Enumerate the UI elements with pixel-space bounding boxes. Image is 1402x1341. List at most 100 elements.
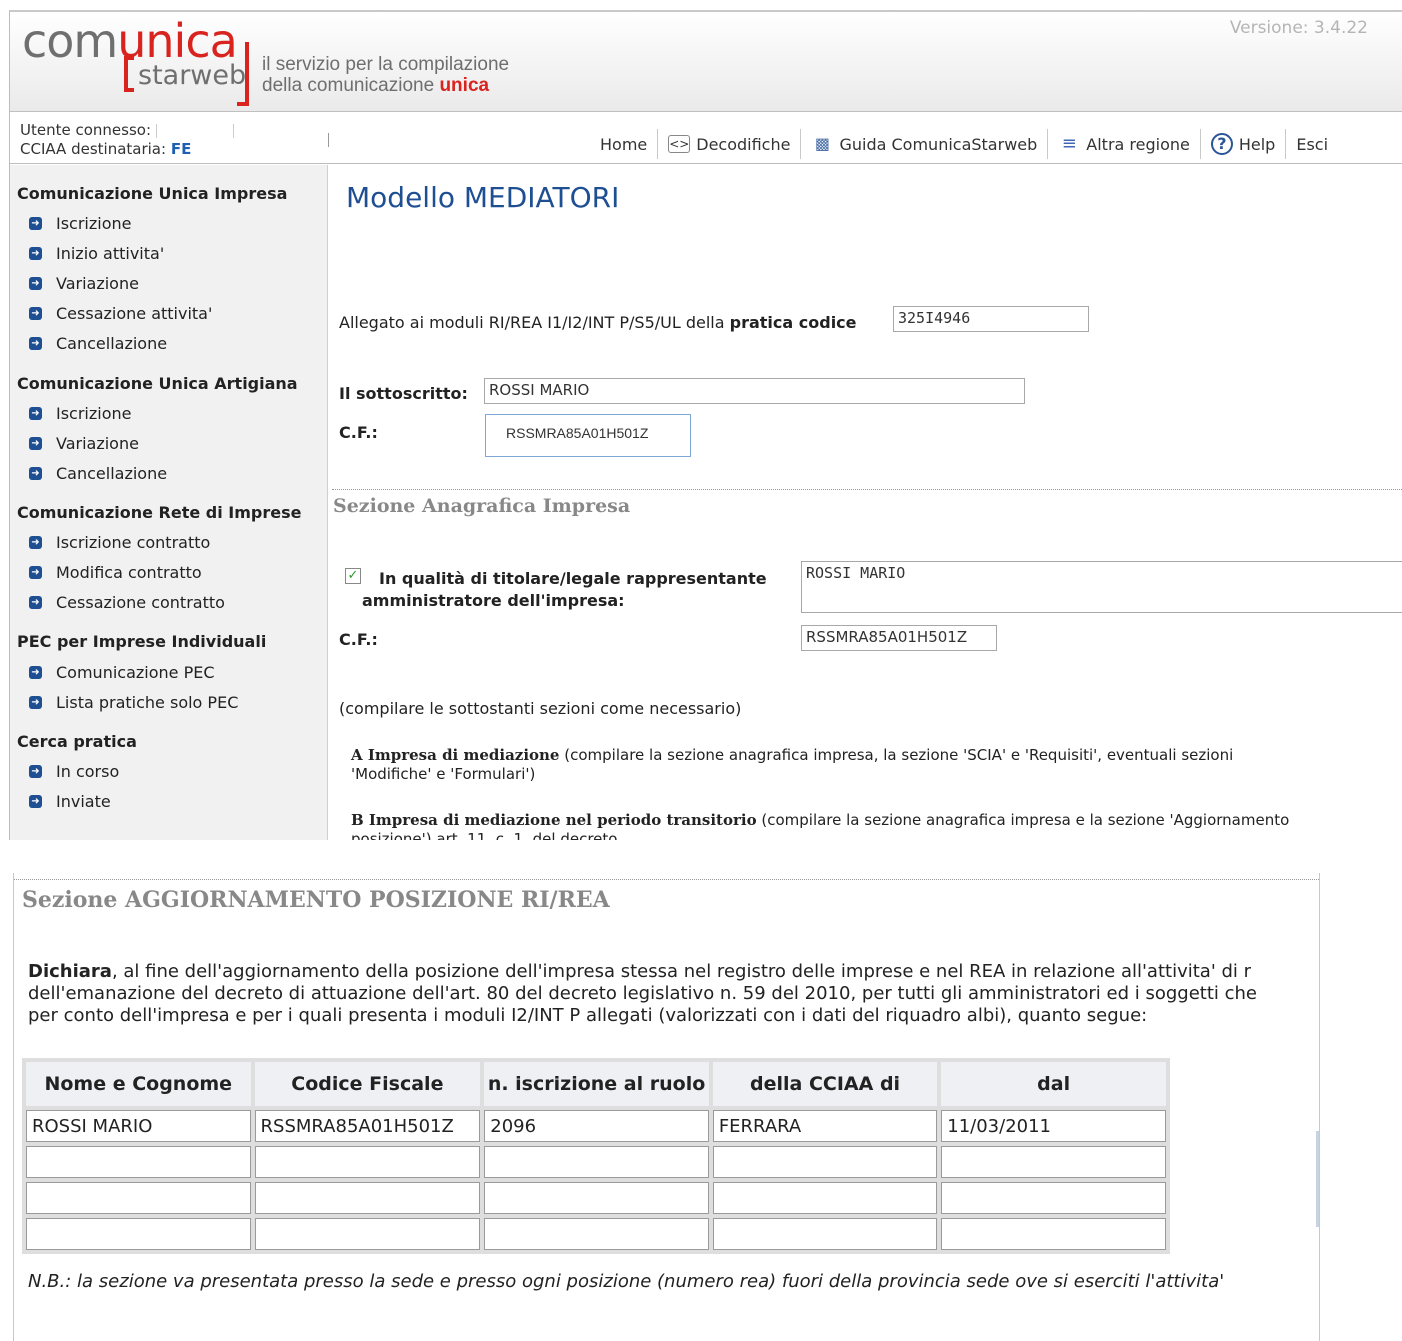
- anagrafica-title: Sezione Anagrafica Impresa: [333, 495, 631, 517]
- user-value: [155, 123, 234, 138]
- help-icon: ?: [1210, 133, 1233, 155]
- sottoscritto-label: Il sottoscritto:: [339, 384, 468, 403]
- qualita-label-1: In qualità di titolare/legale rappresent…: [379, 569, 767, 588]
- top-nav: Home <> Decodifiche ▩ Guida ComunicaStarwe…: [590, 129, 1338, 159]
- aggiornamento-panel: Sezione AGGIORNAMENTO POSIZIONE RI/REA D…: [13, 873, 1320, 1341]
- cell-input[interactable]: [26, 1218, 251, 1250]
- arrow-icon: ➜: [29, 536, 42, 549]
- cell-input[interactable]: ROSSI MARIO: [26, 1110, 251, 1142]
- sidebar-group-rete: Comunicazione Rete di Imprese: [17, 503, 302, 522]
- table-row: [26, 1146, 1166, 1178]
- cell-input[interactable]: [484, 1146, 709, 1178]
- page-title: Modello MEDIATORI: [346, 181, 620, 214]
- arrow-icon: ➜: [29, 307, 42, 320]
- sidebar-item-comunicazione-pec[interactable]: ➜ Comunicazione PEC: [29, 663, 215, 682]
- cell-input[interactable]: [941, 1146, 1166, 1178]
- sidebar: Comunicazione Unica Impresa ➜ Iscrizione …: [10, 165, 328, 840]
- table-header-row: Nome e Cognome Codice Fiscale n. iscrizi…: [26, 1062, 1166, 1106]
- nb-note: N.B.: la sezione va presentata presso la…: [28, 1271, 1225, 1292]
- sidebar-item-art-cancellazione[interactable]: ➜ Cancellazione: [29, 464, 167, 483]
- cell-input[interactable]: [484, 1182, 709, 1214]
- nav-home[interactable]: Home: [590, 129, 659, 159]
- option-b[interactable]: B Impresa di mediazione nel periodo tran…: [351, 811, 1401, 840]
- cell-input[interactable]: [26, 1146, 251, 1178]
- scrollbar[interactable]: [1316, 1131, 1319, 1227]
- cell-input[interactable]: FERRARA: [712, 1110, 938, 1142]
- main-content: Modello MEDIATORI Allegato ai moduli RI/…: [329, 165, 1402, 840]
- option-a[interactable]: A Impresa di mediazione (compilare la se…: [351, 746, 1401, 784]
- user-bar: Utente connesso: CCIAA destinataria: FE …: [10, 113, 1402, 164]
- guide-icon: ▩: [814, 134, 831, 153]
- aggiornamento-title: Sezione AGGIORNAMENTO POSIZIONE RI/REA: [22, 887, 610, 913]
- sidebar-group-cerca: Cerca pratica: [17, 732, 137, 751]
- allegato-label: Allegato ai moduli RI/REA I1/I2/INT P/S5…: [339, 313, 857, 332]
- arrow-icon: ➜: [29, 666, 42, 679]
- top-panel: comunica starweb il servizio per la comp…: [9, 10, 1402, 840]
- tagline: il servizio per la compilazione della co…: [262, 54, 510, 96]
- nav-altra-regione[interactable]: ≡ Altra regione: [1048, 129, 1201, 159]
- cell-input[interactable]: [941, 1218, 1166, 1250]
- nav-esci[interactable]: Esci: [1286, 129, 1338, 159]
- cell-input[interactable]: 11/03/2011: [941, 1110, 1166, 1142]
- nav-help[interactable]: ? Help: [1201, 129, 1287, 159]
- sidebar-item-inizio-attivita[interactable]: ➜ Inizio attivita': [29, 244, 164, 263]
- arrow-icon: ➜: [29, 566, 42, 579]
- table-row: [26, 1218, 1166, 1250]
- cell-input[interactable]: [26, 1182, 251, 1214]
- cciaa-destinataria: CCIAA destinataria: FE: [20, 140, 192, 158]
- arrow-icon: ➜: [29, 765, 42, 778]
- table-row: [26, 1182, 1166, 1214]
- col-cciaa: della CCIAA di: [712, 1062, 938, 1106]
- compilare-note: (compilare le sottostanti sezioni come n…: [339, 699, 742, 718]
- cell-input[interactable]: [712, 1182, 938, 1214]
- sidebar-item-modifica-contratto[interactable]: ➜ Modifica contratto: [29, 563, 202, 582]
- logo-bracket-right: [237, 42, 249, 106]
- col-codice-fiscale: Codice Fiscale: [254, 1062, 481, 1106]
- cell-input[interactable]: RSSMRA85A01H501Z: [254, 1110, 481, 1142]
- sottoscritto-field[interactable]: ROSSI MARIO: [484, 378, 1025, 404]
- col-dal: dal: [941, 1062, 1166, 1106]
- cf-field[interactable]: RSSMRA85A01H501Z: [485, 414, 691, 457]
- section-divider: [332, 489, 1402, 490]
- sidebar-item-cessazione[interactable]: ➜ Cessazione attivita': [29, 304, 212, 323]
- cell-input[interactable]: [712, 1218, 938, 1250]
- sidebar-item-art-iscrizione[interactable]: ➜ Iscrizione: [29, 404, 132, 423]
- arrow-icon: ➜: [29, 437, 42, 450]
- cell-input[interactable]: [712, 1146, 938, 1178]
- sidebar-item-variazione[interactable]: ➜ Variazione: [29, 274, 139, 293]
- col-iscrizione: n. iscrizione al ruolo: [484, 1062, 709, 1106]
- cf2-label: C.F.:: [339, 630, 378, 649]
- sidebar-item-art-variazione[interactable]: ➜ Variazione: [29, 434, 139, 453]
- cell-input[interactable]: [254, 1218, 481, 1250]
- nav-decodifiche[interactable]: <> Decodifiche: [658, 129, 802, 159]
- arrow-icon: ➜: [29, 407, 42, 420]
- cell-input[interactable]: [941, 1182, 1166, 1214]
- nav-guida[interactable]: ▩ Guida ComunicaStarweb: [801, 129, 1049, 159]
- qualita-label-2: amministratore dell'impresa:: [362, 591, 625, 610]
- declaration-text: Dichiara, al fine dell'aggiornamento del…: [28, 961, 1258, 1026]
- decode-icon: <>: [668, 135, 691, 153]
- qualita-checkbox[interactable]: ✓: [345, 568, 361, 584]
- sidebar-group-artigiana: Comunicazione Unica Artigiana: [17, 374, 298, 393]
- sidebar-item-cessazione-contratto[interactable]: ➜ Cessazione contratto: [29, 593, 225, 612]
- qualita-field[interactable]: ROSSI MARIO: [801, 561, 1402, 613]
- cf2-field[interactable]: RSSMRA85A01H501Z: [801, 625, 997, 651]
- cell-input[interactable]: [254, 1182, 481, 1214]
- sidebar-item-iscrizione[interactable]: ➜ Iscrizione: [29, 214, 132, 233]
- sidebar-item-lista-pec[interactable]: ➜ Lista pratiche solo PEC: [29, 693, 238, 712]
- sidebar-item-iscrizione-contratto[interactable]: ➜ Iscrizione contratto: [29, 533, 210, 552]
- sidebar-item-in-corso[interactable]: ➜ In corso: [29, 762, 119, 781]
- arrow-icon: ➜: [29, 277, 42, 290]
- arrow-icon: ➜: [29, 467, 42, 480]
- pratica-code-field[interactable]: 325I4946: [893, 306, 1089, 332]
- cell-input[interactable]: 2096: [484, 1110, 709, 1142]
- sidebar-item-cancellazione[interactable]: ➜ Cancellazione: [29, 334, 167, 353]
- arrow-icon: ➜: [29, 247, 42, 260]
- sidebar-group-impresa: Comunicazione Unica Impresa: [17, 184, 288, 203]
- cell-input[interactable]: [254, 1146, 481, 1178]
- cell-input[interactable]: [484, 1218, 709, 1250]
- sidebar-item-inviate[interactable]: ➜ Inviate: [29, 792, 111, 811]
- arrow-icon: ➜: [29, 337, 42, 350]
- divider: [328, 133, 329, 147]
- cf-label: C.F.:: [339, 423, 378, 442]
